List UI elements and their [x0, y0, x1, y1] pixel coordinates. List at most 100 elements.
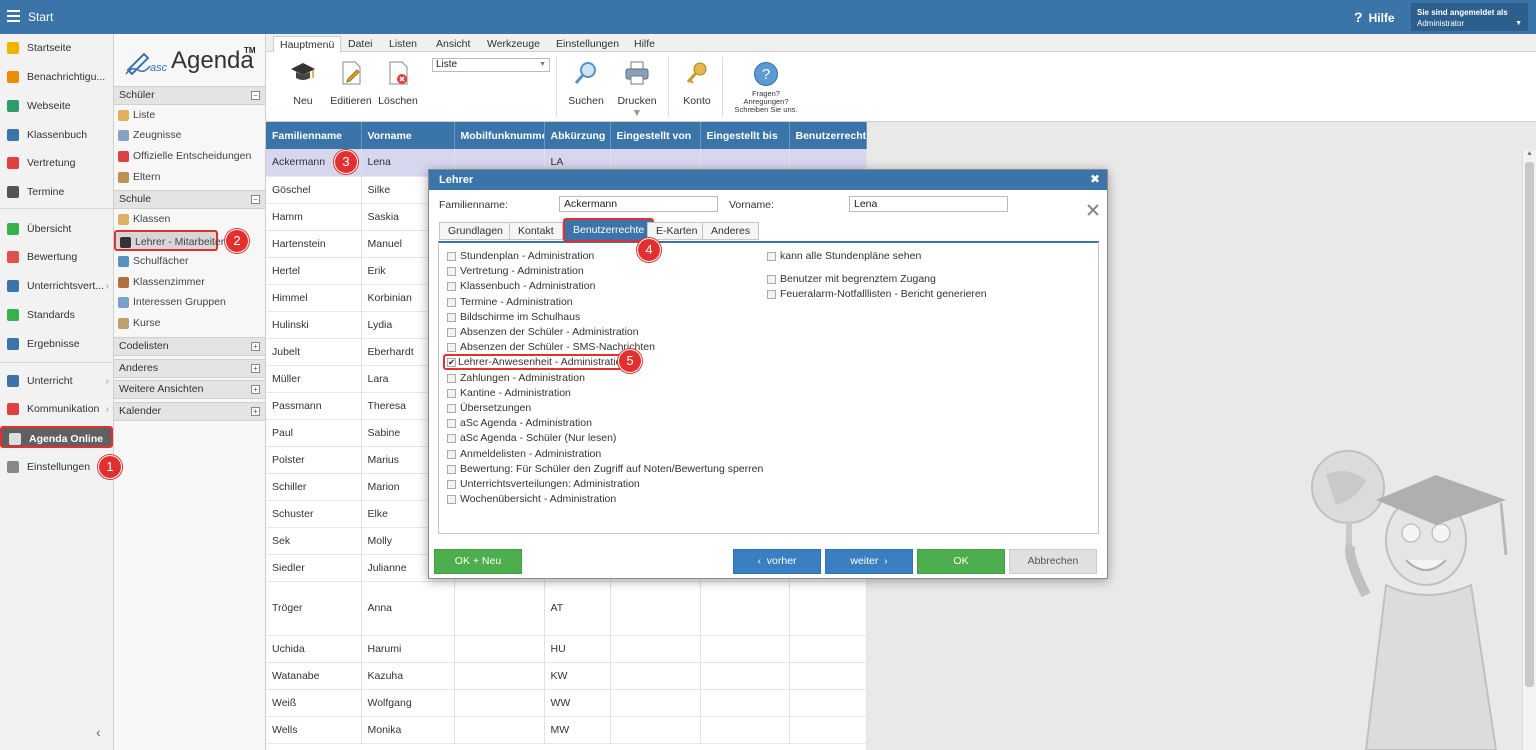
expand-icon[interactable]: +: [251, 342, 260, 351]
dialog-tab[interactable]: Benutzerrechte: [563, 218, 655, 242]
permission-checkbox[interactable]: Wochenübersicht - Administration: [447, 493, 616, 506]
checkbox-icon[interactable]: [767, 252, 776, 261]
permission-checkbox[interactable]: Bildschirme im Schulhaus: [447, 311, 580, 324]
sidebar-item[interactable]: Unterricht ›: [0, 370, 113, 392]
table-row[interactable]: Weiß Wolfgang WW: [266, 689, 867, 717]
module-item[interactable]: Kurse: [114, 313, 265, 334]
table-row[interactable]: Tröger Anna AT: [266, 581, 867, 636]
checkbox-icon[interactable]: [767, 290, 776, 299]
checkbox-icon[interactable]: [447, 464, 456, 474]
vertical-scrollbar[interactable]: ▲: [1522, 150, 1536, 750]
scrollbar-thumb[interactable]: [1525, 162, 1534, 687]
next-button[interactable]: weiter ›: [825, 549, 913, 574]
sidebar-item[interactable]: Übersicht: [0, 218, 113, 240]
checkbox-icon[interactable]: [447, 419, 456, 429]
ribbon-tab[interactable]: Listen: [383, 36, 423, 52]
module-item[interactable]: Klassen: [114, 209, 265, 230]
hamburger-menu-icon[interactable]: [7, 10, 20, 22]
checkbox-icon[interactable]: [447, 282, 456, 292]
sidebar-item[interactable]: Startseite: [0, 37, 113, 59]
column-header[interactable]: Abkürzung: [544, 122, 611, 149]
expand-icon[interactable]: +: [251, 364, 260, 373]
module-item[interactable]: Liste: [114, 105, 265, 126]
checkbox-icon[interactable]: [447, 388, 456, 398]
checkbox-icon[interactable]: [447, 449, 456, 459]
ribbon-tab[interactable]: Hilfe: [628, 36, 661, 52]
dialog-tab[interactable]: E-Karten: [647, 222, 707, 240]
column-header[interactable]: Benutzerrechte: [789, 122, 867, 149]
checkbox-checked-icon[interactable]: ✔: [447, 358, 456, 368]
checkbox-icon[interactable]: [447, 480, 456, 489]
login-dropdown[interactable]: Sie sind angemeldet als Administrator ▼: [1411, 3, 1528, 31]
section-header-anderes[interactable]: Anderes +: [114, 359, 265, 378]
sidebar-item[interactable]: Standards: [0, 304, 113, 326]
permission-checkbox[interactable]: kann alle Stundenpläne sehen: [767, 250, 921, 263]
feedback-button[interactable]: ? Fragen? Anregungen? Schreiben Sie uns.: [734, 62, 798, 114]
ribbon-tab[interactable]: Hauptmenü: [273, 36, 342, 52]
sidebar-item[interactable]: Klassenbuch: [0, 124, 113, 146]
delete-button[interactable]: Löschen: [378, 60, 418, 107]
checkbox-icon[interactable]: [447, 297, 456, 307]
checkbox-icon[interactable]: [447, 328, 456, 337]
permission-checkbox[interactable]: Übersetzungen: [447, 402, 531, 415]
checkbox-icon[interactable]: [447, 373, 456, 383]
edit-button[interactable]: Editieren: [330, 60, 372, 107]
permission-checkbox[interactable]: Anmeldelisten - Administration: [447, 448, 601, 461]
account-button[interactable]: Konto: [682, 60, 712, 107]
table-row[interactable]: Watanabe Kazuha KW: [266, 662, 867, 690]
sidebar-item[interactable]: Kommunikation ›: [0, 398, 113, 420]
column-header[interactable]: Eingestellt von: [610, 122, 701, 149]
checkbox-icon[interactable]: [447, 404, 456, 413]
expand-icon[interactable]: +: [251, 385, 260, 394]
sidebar-item[interactable]: Benachrichtigu...: [0, 66, 113, 88]
section-header-weitere[interactable]: Weitere Ansichten +: [114, 380, 265, 399]
checkbox-icon[interactable]: [447, 267, 456, 277]
scroll-up-icon[interactable]: ▲: [1526, 150, 1533, 157]
permission-checkbox[interactable]: Stundenplan - Administration: [447, 250, 594, 263]
ok-button[interactable]: OK: [917, 549, 1005, 574]
module-item[interactable]: Lehrer - Mitarbeiter: [114, 230, 224, 251]
section-header-schueler[interactable]: Schüler −: [114, 86, 265, 105]
permission-checkbox[interactable]: Zahlungen - Administration: [447, 372, 585, 385]
firstname-field[interactable]: [849, 196, 1008, 212]
dialog-tab[interactable]: Anderes: [702, 222, 760, 240]
collapse-sidebar-icon[interactable]: ‹: [96, 724, 101, 740]
print-button[interactable]: Drucken ▼: [612, 60, 662, 119]
checkbox-icon[interactable]: [447, 252, 456, 261]
table-row[interactable]: Wells Monika MW: [266, 716, 867, 744]
permission-checkbox[interactable]: Bewertung: Für Schüler den Zugriff auf N…: [447, 463, 763, 476]
checkbox-icon[interactable]: [447, 343, 456, 353]
permission-checkbox[interactable]: aSc Agenda - Administration: [447, 417, 592, 430]
permission-checkbox[interactable]: Termine - Administration: [447, 296, 573, 309]
module-item[interactable]: Eltern: [114, 167, 265, 188]
lastname-field[interactable]: [559, 196, 718, 212]
ok-new-button[interactable]: OK + Neu: [434, 549, 522, 574]
dialog-tab[interactable]: Kontakt: [509, 222, 563, 240]
ribbon-tab[interactable]: Datei: [342, 36, 379, 52]
module-item[interactable]: Klassenzimmer: [114, 272, 265, 293]
tools-icon[interactable]: [1086, 203, 1100, 217]
checkbox-icon[interactable]: [447, 495, 456, 505]
sidebar-item[interactable]: Ergebnisse: [0, 333, 113, 355]
sidebar-item[interactable]: Vertretung: [0, 152, 113, 174]
module-item[interactable]: Schulfächer: [114, 251, 265, 272]
sidebar-item[interactable]: Bewertung: [0, 246, 113, 268]
section-header-schule[interactable]: Schule −: [114, 190, 265, 209]
section-header-kalender[interactable]: Kalender +: [114, 402, 265, 421]
module-item[interactable]: Interessen Gruppen: [114, 292, 265, 313]
checkbox-icon[interactable]: [767, 275, 776, 284]
column-header[interactable]: Vorname: [361, 122, 455, 149]
dialog-tab[interactable]: Grundlagen: [439, 222, 512, 240]
column-header[interactable]: Familienname: [266, 122, 362, 149]
column-header[interactable]: Mobilfunknummer: [454, 122, 545, 149]
permission-checkbox[interactable]: Benutzer mit begrenztem Zugang: [767, 273, 936, 286]
permission-checkbox[interactable]: Kantine - Administration: [447, 387, 571, 400]
help-button[interactable]: ? Hilfe: [1354, 9, 1395, 25]
permission-checkbox[interactable]: Unterrichtsverteilungen: Administration: [447, 478, 640, 491]
permission-checkbox[interactable]: Vertretung - Administration: [447, 265, 584, 278]
permission-checkbox[interactable]: Absenzen der Schüler - Administration: [447, 326, 639, 339]
search-button[interactable]: Suchen: [568, 60, 604, 107]
new-button[interactable]: Neu: [288, 60, 318, 107]
expand-icon[interactable]: +: [251, 407, 260, 416]
sidebar-item[interactable]: Agenda Online: [0, 426, 113, 448]
